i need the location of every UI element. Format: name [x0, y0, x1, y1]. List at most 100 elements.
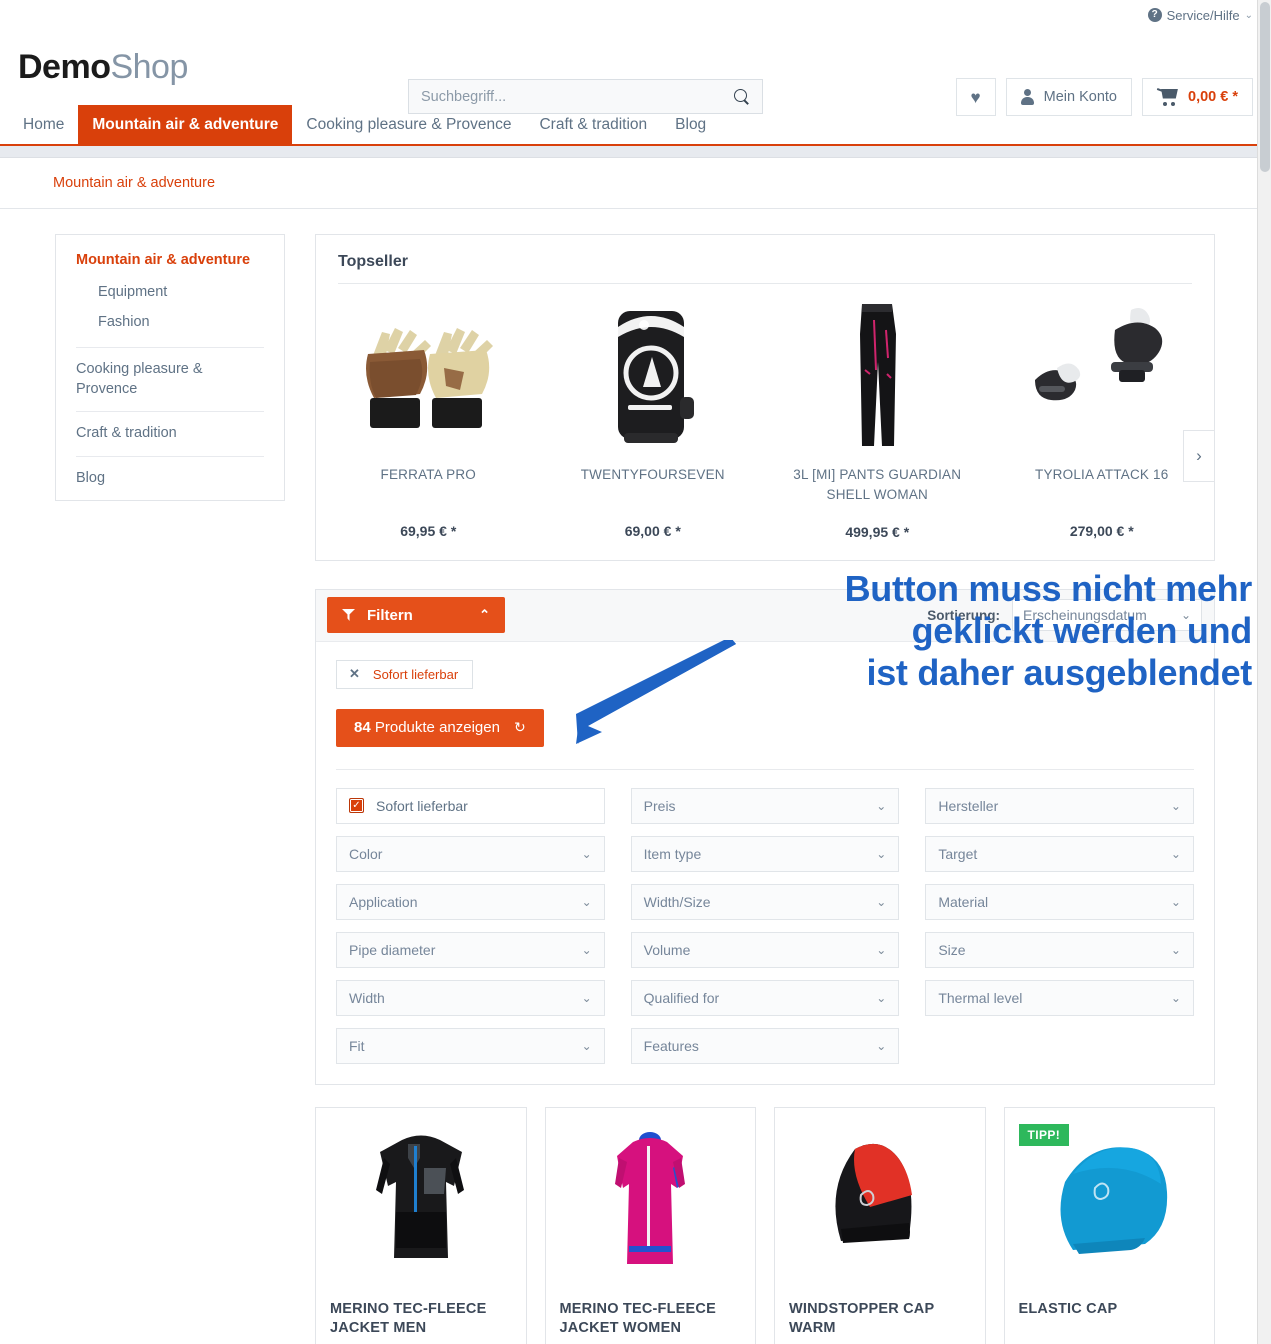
product-image-twentyfourseven — [549, 298, 758, 453]
main-navigation: Home Mountain air & adventure Cooking pl… — [0, 105, 1271, 146]
product-image-cap-warm — [789, 1124, 971, 1274]
status-badge-tipp: TIPP! — [1018, 1123, 1070, 1146]
product-image-jacket-men — [330, 1124, 512, 1274]
sidebar-item-cooking-pleasure-provence[interactable]: Cooking pleasure & Provence — [76, 347, 264, 411]
facet-label: Item type — [643, 845, 702, 862]
chevron-down-icon: ⌄ — [876, 798, 887, 813]
product-image-elastic-cap — [1019, 1124, 1201, 1274]
product-name: MERINO TEC-FLEECE JACKET WOMEN — [559, 1300, 716, 1337]
facet-target[interactable]: Target ⌄ — [925, 835, 1194, 872]
facet-fit[interactable]: Fit ⌄ — [336, 1027, 605, 1064]
facet-label: Color — [349, 845, 383, 862]
facet-label: Pipe diameter — [349, 941, 436, 958]
product-image-3l-pants-guardian — [773, 298, 982, 453]
facet-color[interactable]: Color ⌄ — [336, 835, 605, 872]
chevron-down-icon: ⌄ — [1170, 846, 1181, 861]
nav-item-blog[interactable]: Blog — [661, 105, 720, 144]
topseller-name: 3L [MI] PANTS GUARDIAN SHELL WOMAN — [793, 467, 962, 503]
question-mark-icon: ? — [1147, 8, 1162, 22]
facet-width[interactable]: Width ⌄ — [336, 979, 605, 1016]
active-filter-tag-label: Sofort lieferbar — [372, 666, 459, 682]
chevron-down-icon: ⌄ — [1180, 608, 1191, 622]
nav-item-home[interactable]: Home — [18, 105, 78, 144]
active-filter-tag-sofort-lieferbar[interactable]: ✕ Sofort lieferbar — [336, 659, 474, 689]
site-logo[interactable]: DemoShop — [18, 48, 188, 87]
chevron-right-icon: › — [1196, 446, 1202, 465]
nav-item-mountain-air-adventure[interactable]: Mountain air & adventure — [78, 105, 293, 144]
facet-label: Application — [349, 893, 418, 910]
facet-label: Width — [349, 989, 385, 1006]
nav-item-craft-tradition[interactable]: Craft & tradition — [525, 105, 661, 144]
topseller-title: Topseller — [338, 253, 408, 270]
service-help-label: Service/Hilfe — [1166, 7, 1240, 23]
sort-select[interactable]: Erscheinungsdatum ⌄ — [1012, 599, 1202, 631]
facet-label: Target — [938, 845, 978, 862]
facet-features[interactable]: Features ⌄ — [630, 1027, 900, 1064]
product-card-elastic-cap[interactable]: TIPP! ELASTIC CAP — [1003, 1106, 1215, 1344]
main-column: Topseller FERRATA PRO 69,95 € * TWENTYFO… — [315, 234, 1215, 1344]
facet-label: Size — [938, 941, 966, 958]
close-icon: ✕ — [349, 666, 360, 681]
active-filter-tags: ✕ Sofort lieferbar — [336, 659, 1194, 689]
facet-label: Qualified for — [643, 989, 720, 1006]
show-products-button[interactable]: 84 Produkte anzeigen ↻ — [336, 708, 544, 747]
chevron-down-icon: ⌄ — [876, 1038, 887, 1053]
chevron-down-icon: ⌄ — [581, 942, 592, 957]
facet-hersteller[interactable]: Hersteller ⌄ — [925, 787, 1194, 824]
facet-item-type[interactable]: Item type ⌄ — [630, 835, 900, 872]
facet-application[interactable]: Application ⌄ — [336, 883, 605, 920]
product-name: MERINO TEC-FLEECE JACKET MEN — [330, 1300, 487, 1337]
chevron-down-icon: ⌄ — [876, 894, 887, 909]
facet-width-size[interactable]: Width/Size ⌄ — [630, 883, 900, 920]
sidebar-subitems: Equipment Fashion — [76, 277, 264, 347]
facet-label: Features — [643, 1037, 699, 1054]
facet-label: Hersteller — [938, 797, 999, 814]
topseller-carousel: FERRATA PRO 69,95 € * TWENTYFOURSEVEN 69… — [316, 284, 1215, 560]
chevron-down-icon: ⌄ — [876, 846, 887, 861]
filter-toolbar: Filtern ⌃ Sortierung: Erscheinungsdatum … — [316, 589, 1214, 642]
sidebar-item-craft-tradition[interactable]: Craft & tradition — [76, 411, 264, 456]
chevron-down-icon: ⌄ — [581, 1038, 592, 1053]
topseller-item[interactable]: 3L [MI] PANTS GUARDIAN SHELL WOMAN 499,9… — [765, 298, 990, 540]
topseller-item[interactable]: FERRATA PRO 69,95 € * — [316, 298, 541, 540]
account-label: Mein Konto — [1043, 89, 1117, 105]
chevron-down-icon: ⌄ — [1170, 990, 1181, 1005]
product-card-merino-tec-fleece-jacket-women[interactable]: MERINO TEC-FLEECE JACKET WOMEN — [544, 1106, 756, 1344]
product-card-windstopper-cap-warm[interactable]: WINDSTOPPER CAP WARM — [774, 1106, 986, 1344]
facet-qualified-for[interactable]: Qualified for ⌄ — [630, 979, 900, 1016]
service-help-link[interactable]: ? Service/Hilfe ⌄ — [1147, 7, 1253, 23]
carousel-next-button[interactable]: › — [1183, 430, 1215, 482]
sidebar-item-fashion[interactable]: Fashion — [76, 307, 264, 337]
page-scrollbar[interactable] — [1257, 0, 1271, 1344]
sidebar-item-equipment[interactable]: Equipment — [76, 277, 264, 307]
sidebar-item-blog[interactable]: Blog — [76, 455, 264, 501]
filter-toggle-button[interactable]: Filtern ⌃ — [327, 597, 505, 633]
chevron-down-icon: ⌄ — [1244, 9, 1253, 21]
facet-thermal-level[interactable]: Thermal level ⌄ — [925, 979, 1194, 1016]
facet-sofort-lieferbar[interactable]: ✓ Sofort lieferbar — [336, 787, 605, 824]
facet-size[interactable]: Size ⌄ — [925, 931, 1194, 968]
facet-grid: ✓ Sofort lieferbar Preis ⌄ Hersteller ⌄ … — [336, 787, 1194, 1064]
facet-label: Width/Size — [643, 893, 711, 910]
page-content: Mountain air & adventure Equipment Fashi… — [0, 209, 1271, 1344]
breadcrumb-current[interactable]: Mountain air & adventure — [53, 175, 215, 191]
facet-pipe-diameter[interactable]: Pipe diameter ⌄ — [336, 931, 605, 968]
chevron-down-icon: ⌄ — [1170, 798, 1181, 813]
chevron-down-icon: ⌄ — [581, 894, 592, 909]
product-card-merino-tec-fleece-jacket-men[interactable]: MERINO TEC-FLEECE JACKET MEN — [315, 1106, 527, 1344]
facet-material[interactable]: Material ⌄ — [925, 883, 1194, 920]
nav-item-cooking-pleasure-provence[interactable]: Cooking pleasure & Provence — [292, 105, 525, 144]
scrollbar-thumb[interactable] — [1260, 2, 1270, 172]
search-input[interactable] — [409, 88, 720, 105]
logo-light-text: Shop — [110, 48, 188, 86]
topseller-price: 499,95 € * — [845, 523, 910, 540]
facet-label: Preis — [643, 797, 676, 814]
sidebar-item-mountain-air-adventure[interactable]: Mountain air & adventure — [76, 235, 264, 277]
topseller-item[interactable]: TYROLIA ATTACK 16 279,00 € * — [990, 298, 1215, 540]
facet-volume[interactable]: Volume ⌄ — [630, 931, 900, 968]
sort-selected-value: Erscheinungsdatum — [1023, 607, 1147, 623]
show-products-count: 84 — [354, 719, 371, 736]
filter-panel: Filtern ⌃ Sortierung: Erscheinungsdatum … — [315, 588, 1215, 1085]
facet-preis[interactable]: Preis ⌄ — [630, 787, 900, 824]
topseller-item[interactable]: TWENTYFOURSEVEN 69,00 € * — [541, 298, 766, 540]
